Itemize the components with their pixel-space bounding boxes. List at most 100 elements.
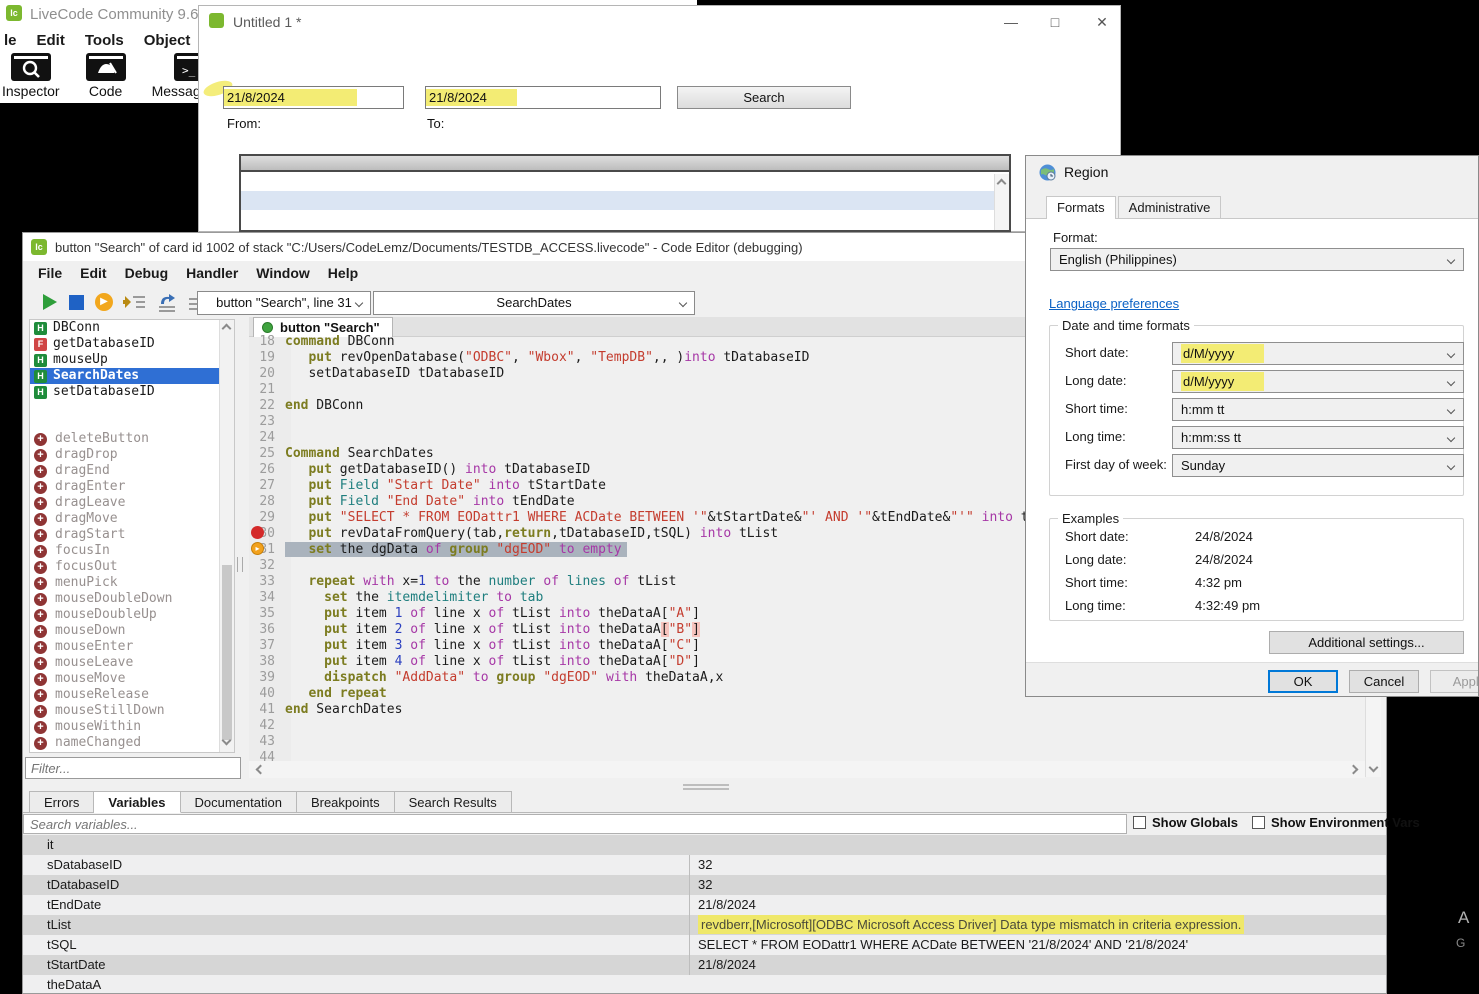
- menu-item-file[interactable]: File: [29, 263, 71, 283]
- close-button[interactable]: ✕: [1085, 10, 1119, 34]
- tool-inspector[interactable]: Inspector: [2, 53, 60, 99]
- panel-splitter-handle[interactable]: [237, 557, 243, 572]
- message-item-dragEnter[interactable]: +dragEnter: [30, 479, 234, 495]
- datagrid-dgEOD[interactable]: [239, 154, 1011, 232]
- dropdown-value: h:mm tt: [1181, 402, 1224, 417]
- variable-row-sDatabaseID[interactable]: sDatabaseID32: [23, 855, 1386, 875]
- handler-item-DBConn[interactable]: HDBConn: [30, 320, 234, 336]
- message-item-menuPick[interactable]: +menuPick: [30, 575, 234, 591]
- message-item-dragEnd[interactable]: +dragEnd: [30, 463, 234, 479]
- variable-row-tList[interactable]: tListrevdberr,[Microsoft][ODBC Microsoft…: [23, 915, 1386, 935]
- message-item-mouseDoubleUp[interactable]: +mouseDoubleUp: [30, 607, 234, 623]
- menu-item-edit[interactable]: Edit: [71, 263, 115, 283]
- handler-dropdown[interactable]: SearchDates: [373, 291, 695, 315]
- format-row-dropdown-short-time-[interactable]: h:mm tt: [1172, 398, 1464, 421]
- menu-item-handler[interactable]: Handler: [177, 263, 247, 283]
- message-item-dragStart[interactable]: +dragStart: [30, 527, 234, 543]
- handler-item-SearchDates[interactable]: HSearchDates: [30, 368, 234, 384]
- message-item-mouseRelease[interactable]: +mouseRelease: [30, 687, 234, 703]
- format-dropdown[interactable]: English (Philippines): [1050, 248, 1464, 271]
- step-into-icon[interactable]: [123, 294, 147, 312]
- tab-search-results[interactable]: Search Results: [395, 791, 512, 813]
- variable-row-tStartDate[interactable]: tStartDate21/8/2024: [23, 955, 1386, 975]
- menu-item-window[interactable]: Window: [247, 263, 319, 283]
- cancel-button[interactable]: Cancel: [1349, 670, 1419, 693]
- format-row-dropdown-first-day-of-week-[interactable]: Sunday: [1172, 454, 1464, 477]
- variable-row-it[interactable]: it: [23, 835, 1386, 855]
- variable-row-tSQL[interactable]: tSQLSELECT * FROM EODattr1 WHERE ACDate …: [23, 935, 1386, 955]
- bottom-splitter-handle[interactable]: [683, 784, 729, 790]
- continue-icon[interactable]: ▶: [95, 293, 113, 311]
- message-item-dragMove[interactable]: +dragMove: [30, 511, 234, 527]
- scroll-down-icon[interactable]: [1369, 763, 1379, 773]
- scroll-right-icon[interactable]: [1349, 765, 1359, 775]
- run-icon[interactable]: [43, 294, 57, 310]
- menu-item-tools[interactable]: Tools: [75, 30, 134, 51]
- message-item-mouseMove[interactable]: +mouseMove: [30, 671, 234, 687]
- variables-search-input[interactable]: [23, 814, 1127, 834]
- stop-icon[interactable]: [69, 295, 84, 310]
- code-line-44[interactable]: 44: [249, 749, 1367, 761]
- checkbox-show-globals[interactable]: Show Globals: [1133, 815, 1238, 830]
- region-tab-formats[interactable]: Formats: [1046, 196, 1116, 219]
- message-item-deleteButton[interactable]: +deleteButton: [30, 431, 234, 447]
- message-item-dragDrop[interactable]: +dragDrop: [30, 447, 234, 463]
- scroll-left-icon[interactable]: [256, 765, 266, 775]
- message-item-nameChanged[interactable]: +nameChanged: [30, 735, 234, 751]
- scrollbar-thumb[interactable]: [222, 565, 232, 740]
- language-preferences-link[interactable]: Language preferences: [1049, 296, 1179, 311]
- additional-settings-button[interactable]: Additional settings...: [1269, 631, 1464, 654]
- format-row-dropdown-short-date-[interactable]: d/M/yyyy: [1172, 342, 1464, 365]
- handler-item-mouseUp[interactable]: HmouseUp: [30, 352, 234, 368]
- message-item-mouseLeave[interactable]: +mouseLeave: [30, 655, 234, 671]
- code-line-42[interactable]: 42: [249, 717, 1367, 733]
- handler-item-setDatabaseID[interactable]: HsetDatabaseID: [30, 384, 234, 400]
- add-handler-icon: +: [34, 561, 47, 574]
- variable-row-tDatabaseID[interactable]: tDatabaseID32: [23, 875, 1386, 895]
- datagrid-scrollbar[interactable]: [994, 174, 1009, 230]
- menu-item-edit[interactable]: Edit: [27, 30, 75, 51]
- handler-filter-input[interactable]: [25, 757, 241, 779]
- code-line-41[interactable]: 41end SearchDates: [249, 701, 1367, 717]
- message-item-focusOut[interactable]: +focusOut: [30, 559, 234, 575]
- checkbox-box-icon[interactable]: [1252, 816, 1265, 829]
- execution-context-dropdown[interactable]: button "Search", line 31: [197, 291, 371, 315]
- variable-row-theDataA[interactable]: theDataA: [23, 975, 1386, 993]
- breakpoint-icon[interactable]: [251, 526, 264, 539]
- code-horizontal-scrollbar[interactable]: [249, 761, 1365, 778]
- handler-item-getDatabaseID[interactable]: FgetDatabaseID: [30, 336, 234, 352]
- checkbox-show-environment-vars[interactable]: Show Environment Vars: [1252, 815, 1420, 830]
- menu-item-le[interactable]: le: [0, 30, 27, 51]
- code-line-43[interactable]: 43: [249, 733, 1367, 749]
- minimize-button[interactable]: —: [994, 10, 1028, 34]
- scroll-up-icon[interactable]: [222, 324, 232, 334]
- message-item-mouseDown[interactable]: +mouseDown: [30, 623, 234, 639]
- message-item-mouseWithin[interactable]: +mouseWithin: [30, 719, 234, 735]
- tab-documentation[interactable]: Documentation: [181, 791, 297, 813]
- region-tab-administrative[interactable]: Administrative: [1118, 196, 1222, 218]
- tab-breakpoints[interactable]: Breakpoints: [297, 791, 395, 813]
- checkbox-box-icon[interactable]: [1133, 816, 1146, 829]
- variable-row-tEndDate[interactable]: tEndDate21/8/2024: [23, 895, 1386, 915]
- format-row-dropdown-long-date-[interactable]: d/M/yyyy: [1172, 370, 1464, 393]
- tool-code[interactable]: Code: [86, 53, 126, 99]
- from-date-field[interactable]: 21/8/2024: [223, 86, 404, 109]
- search-button[interactable]: Search: [677, 86, 851, 109]
- message-item-mouseStillDown[interactable]: +mouseStillDown: [30, 703, 234, 719]
- message-item-dragLeave[interactable]: +dragLeave: [30, 495, 234, 511]
- ok-button[interactable]: OK: [1268, 670, 1338, 693]
- message-item-mouseDoubleDown[interactable]: +mouseDoubleDown: [30, 591, 234, 607]
- handler-scrollbar[interactable]: [219, 320, 234, 752]
- step-out-icon[interactable]: [155, 294, 179, 312]
- maximize-button[interactable]: □: [1038, 10, 1072, 34]
- tab-errors[interactable]: Errors: [29, 791, 94, 813]
- scroll-up-icon[interactable]: [997, 179, 1007, 189]
- tab-variables[interactable]: Variables: [94, 791, 180, 813]
- menu-item-object[interactable]: Object: [134, 30, 201, 51]
- to-date-field[interactable]: 21/8/2024: [425, 86, 661, 109]
- message-item-focusIn[interactable]: +focusIn: [30, 543, 234, 559]
- menu-item-help[interactable]: Help: [319, 263, 367, 283]
- message-item-mouseEnter[interactable]: +mouseEnter: [30, 639, 234, 655]
- menu-item-debug[interactable]: Debug: [116, 263, 178, 283]
- format-row-dropdown-long-time-[interactable]: h:mm:ss tt: [1172, 426, 1464, 449]
